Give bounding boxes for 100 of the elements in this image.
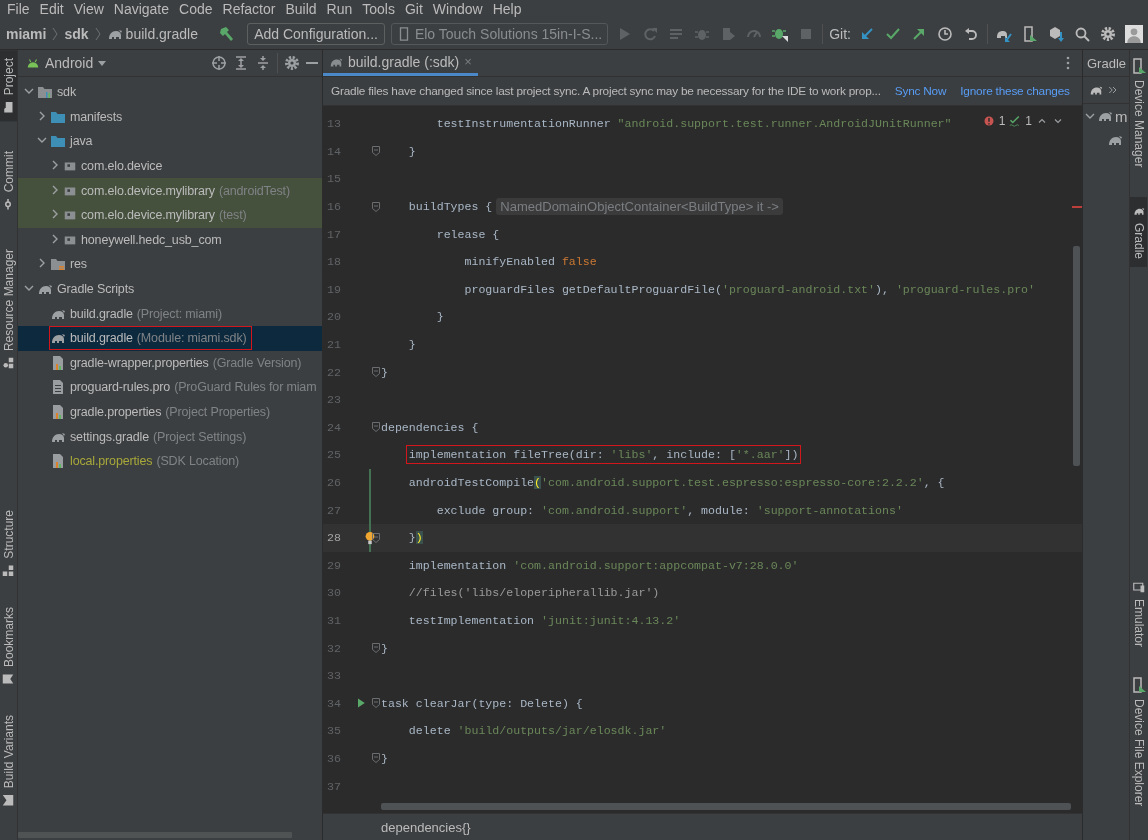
tree-row[interactable]: honeywell.hedc_usb_com (18, 227, 322, 253)
tool-window-tab[interactable]: Project (0, 50, 17, 122)
file-description: (Gradle Version) (212, 355, 302, 370)
undo-icon (963, 25, 979, 42)
file-name: build.gradle (70, 306, 133, 321)
tree-row[interactable]: com.elo.device (18, 153, 322, 179)
line-number: 19 (326, 282, 342, 296)
minimize-icon (306, 62, 318, 64)
chevron-right-icon[interactable] (50, 209, 60, 220)
tree-row[interactable]: proguard-rules.pro (ProGuard Rules for miam (18, 375, 322, 400)
line-number: 32 (326, 641, 342, 655)
menu-item[interactable]: Build (280, 0, 322, 18)
tree-row[interactable]: Gradle Scripts (18, 276, 322, 302)
caret-icon (98, 60, 107, 66)
file-description: (Project: miami) (136, 306, 222, 321)
tree-row[interactable]: com.elo.device.mylibrary (test) (18, 202, 322, 228)
chevron-right-icon[interactable] (50, 160, 60, 171)
view-selector[interactable]: Android (26, 55, 107, 71)
line-number: 14 (326, 144, 342, 158)
tool-window-tab[interactable]: Resource Manager (0, 240, 17, 377)
tool-window-tab[interactable]: Device File Explorer (1130, 668, 1147, 814)
tree-row[interactable]: gradle-wrapper.properties (Gradle Version) (18, 350, 322, 376)
breadcrumb[interactable]: dependencies{} (381, 819, 471, 835)
run-gutter-icon (355, 697, 367, 710)
tree-label[interactable]: m (1115, 107, 1128, 125)
scrollbar[interactable] (18, 832, 292, 838)
tree-row[interactable]: com.elo.device.mylibrary (androidTest) (18, 178, 322, 203)
file-name: honeywell.hedc_usb_com (81, 232, 222, 247)
code-line: task clearJar(type: Delete) { (381, 696, 583, 710)
tree-row[interactable]: java (18, 129, 322, 154)
file-description: (Project Settings) (153, 429, 247, 444)
breadcrumb[interactable]: sdk (64, 25, 89, 42)
search-icon (1074, 25, 1090, 42)
menu-item[interactable]: Run (321, 0, 358, 18)
fold-marker-icon (371, 366, 381, 379)
tree-row[interactable]: build.gradle (Module: miami.sdk) (18, 325, 322, 351)
phone-icon (1130, 58, 1147, 74)
file-name: com.elo.device (81, 159, 163, 174)
error-count[interactable]: 1 (998, 114, 1006, 128)
code-line: }) (408, 531, 423, 545)
file-description: (Module: miami.sdk) (136, 331, 247, 346)
tool-window-tab[interactable]: Structure (0, 502, 17, 585)
line-number: 31 (326, 614, 342, 627)
phone-icon (1022, 25, 1038, 42)
code-line: release { (436, 227, 500, 241)
tool-window-tab[interactable]: Commit (0, 143, 17, 219)
chevron-right-icon[interactable] (37, 110, 47, 121)
tool-window-tab[interactable]: Bookmarks (0, 598, 17, 693)
chevron-right-icon[interactable] (50, 233, 60, 244)
chevron-right-icon[interactable] (50, 184, 60, 195)
menu-item[interactable]: Help (487, 0, 527, 18)
breadcrumb[interactable]: build.gradle (125, 25, 198, 42)
scrollbar[interactable] (1073, 246, 1080, 466)
line-number: 13 (326, 117, 342, 131)
code-line: minifyEnabled false (464, 255, 597, 269)
tree-row[interactable]: manifests (18, 104, 322, 130)
code-line: } (408, 338, 416, 352)
menu-item[interactable]: View (68, 0, 109, 18)
line-number: 37 (326, 779, 342, 793)
tree-row[interactable]: res (18, 252, 322, 277)
breadcrumb[interactable]: miami (6, 25, 47, 42)
tree-row[interactable]: sdk (18, 80, 322, 105)
line-number: 26 (326, 476, 342, 489)
fold-marker-icon (371, 697, 381, 710)
fold-marker-icon (371, 642, 381, 655)
tool-window-tab[interactable]: Build Variants (0, 706, 17, 814)
typo-count[interactable]: 1 (1025, 114, 1032, 128)
menu-item[interactable]: Git (399, 0, 428, 18)
tree-row[interactable]: gradle.properties (Project Properties) (18, 399, 322, 425)
properties-file-icon (50, 453, 66, 470)
toolbar-button[interactable] (1124, 23, 1144, 44)
menu-item[interactable]: File (2, 0, 35, 18)
banner-link[interactable]: Ignore these changes (960, 84, 1070, 98)
chevron-down-icon[interactable] (1085, 111, 1095, 121)
code-line: testImplementation 'junit:junit:4.13.2' (408, 614, 681, 627)
gauge-icon (747, 29, 762, 38)
banner-link[interactable]: Sync Now (894, 84, 947, 98)
run-configuration-dropdown[interactable]: Add Configuration... (247, 22, 385, 45)
banner-message: Gradle files have changed since last project sync. A project sync may be necessary for the IDE to work prop... (331, 84, 881, 98)
menu-item[interactable]: Code (174, 0, 218, 18)
menu-item[interactable]: Tools (357, 0, 400, 18)
scrollbar[interactable] (381, 802, 1071, 810)
menu-item[interactable]: Edit (34, 0, 69, 18)
line-number: 23 (326, 393, 342, 407)
module-folder-icon (37, 84, 53, 101)
code-line: implementation 'com.android.support:appcompat-v7:28.0.0' (408, 558, 799, 572)
line-number: 17 (326, 227, 342, 241)
menu-item[interactable]: Navigate (108, 0, 175, 18)
tool-window-tab[interactable]: Gradle (1130, 197, 1147, 268)
menu-item[interactable]: Refactor (217, 0, 281, 18)
tree-row[interactable]: build.gradle (Project: miami) (18, 301, 322, 326)
device-dropdown[interactable]: Elo Touch Solutions 15in-I-S... (390, 22, 609, 45)
chevron-right-icon[interactable] (37, 258, 47, 269)
code-line: exclude group: 'com.android.support', module: 'support-annotations' (436, 503, 903, 517)
tree-row[interactable]: settings.gradle (Project Settings) (18, 424, 322, 449)
tool-window-tab[interactable]: Device Manager (1130, 50, 1147, 176)
file-description: (ProGuard Rules for miam (174, 380, 317, 395)
tool-window-tab[interactable]: Emulator (1130, 572, 1147, 655)
tree-row[interactable]: local.properties (SDK Location) (18, 448, 322, 474)
menu-item[interactable]: Window (427, 0, 488, 18)
